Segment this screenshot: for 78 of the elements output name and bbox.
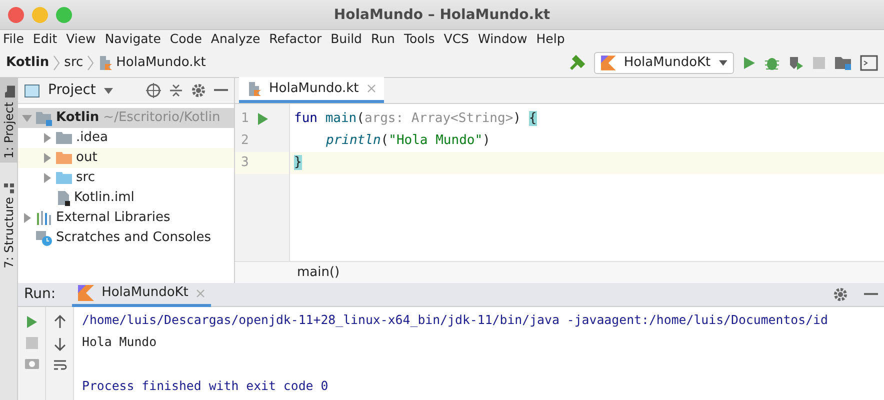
breadcrumb[interactable]: Kotlin (6, 52, 50, 72)
wrap-icon[interactable] (52, 359, 66, 371)
panel-label: Run: (24, 285, 56, 304)
run-icon[interactable] (742, 56, 756, 70)
console-line: Hola Mundo (82, 333, 158, 351)
folder-icon (3, 86, 15, 98)
chevron-icon (53, 54, 60, 70)
close-icon[interactable] (366, 84, 376, 93)
minimize-icon[interactable] (214, 89, 228, 92)
collapse-icon[interactable] (169, 83, 183, 98)
chevron-icon (87, 54, 94, 70)
scratch-clock-icon (36, 230, 52, 246)
side-tab[interactable]: 7: Structure (0, 174, 18, 272)
editor-tab[interactable]: HolaMundo.kt (239, 77, 384, 103)
kotlin-icon (601, 54, 616, 70)
project-folder-icon (36, 110, 52, 126)
run-icon[interactable] (256, 112, 269, 126)
menu-item[interactable]: Navigate (104, 30, 161, 48)
menu-item[interactable]: Code (170, 30, 202, 48)
window-icon (24, 84, 40, 98)
close-button[interactable] (8, 7, 24, 23)
kotlin-icon (78, 285, 94, 301)
menu-item[interactable]: Help (536, 30, 565, 48)
settings-icon[interactable] (191, 83, 206, 98)
menu-item[interactable]: File (3, 30, 24, 48)
code-line: println("Hola Mundo") (325, 132, 492, 150)
menu-item[interactable]: Window (478, 30, 528, 48)
coverage-icon[interactable] (788, 54, 804, 70)
line-number: 3 (241, 154, 249, 172)
camera-icon[interactable] (24, 357, 38, 369)
kotlin-file-icon (98, 54, 112, 70)
run-icon[interactable] (26, 315, 38, 329)
console-line: /home/luis/Descargas/openjdk-11+28_linux-x64_bin/jdk-11/bin/java -javaagent:/home/luis/Documentos/id (82, 311, 829, 329)
tree-item[interactable]: Scratches and Consoles (18, 228, 234, 248)
folder-icon[interactable] (834, 54, 852, 70)
menu-item[interactable]: Analyze (210, 30, 260, 48)
menu-item[interactable]: Tools (404, 30, 435, 48)
down-arrow-icon[interactable] (54, 337, 66, 351)
hammer-icon[interactable] (568, 54, 586, 72)
expanded-arrow-icon (22, 113, 32, 123)
menu-item[interactable]: Run (371, 30, 395, 48)
panel-title[interactable]: Project (48, 80, 96, 101)
console-line: Process finished with exit code 0 (82, 377, 330, 395)
breadcrumb[interactable]: main() (297, 262, 340, 282)
tree-item[interactable]: External Libraries (18, 208, 234, 228)
tree-item-row[interactable]: Kotlin ~/Escritorio/Kotlin (18, 108, 234, 128)
line-number: 2 (241, 132, 249, 150)
project-path: ~/Escritorio/Kotlin (103, 109, 220, 128)
tree-item[interactable]: Kotlin.iml (18, 188, 234, 208)
kotlin-file-icon (247, 80, 261, 96)
project-name: Kotlin (56, 109, 100, 128)
breadcrumb[interactable]: HolaMundo.kt (116, 52, 206, 72)
line-number: 1 (241, 110, 249, 128)
side-tab[interactable]: 1: Project (0, 78, 18, 163)
menu-item[interactable]: VCS (444, 30, 469, 48)
menu-item[interactable]: View (66, 30, 96, 48)
terminal-window-icon[interactable] (860, 54, 878, 70)
menu-item[interactable]: Edit (32, 30, 58, 48)
menu-item[interactable]: Refactor (269, 30, 322, 48)
run-configuration-label: HolaMundoKt (624, 54, 711, 72)
tree-item[interactable]: src (18, 168, 234, 188)
tree-item[interactable]: out (18, 148, 234, 168)
file-icon (56, 190, 70, 206)
caret-icon (718, 60, 727, 66)
code-line: fun main(args: Array<String>) { (293, 110, 538, 128)
window-title: HolaMundo – HolaMundo.kt (334, 6, 550, 25)
run-configuration-dropdown[interactable]: HolaMundoKt (594, 52, 734, 74)
collapsed-arrow-icon (22, 213, 32, 223)
caret-icon[interactable] (104, 88, 113, 94)
minimize-icon[interactable] (864, 293, 878, 296)
structure-icon (4, 182, 14, 193)
up-arrow-icon[interactable] (54, 315, 66, 329)
library-icon (36, 210, 52, 226)
settings-icon[interactable] (833, 287, 848, 302)
crosshair-icon[interactable] (146, 83, 161, 98)
menu-item[interactable]: Build (330, 30, 362, 48)
tree-item[interactable]: .idea (18, 128, 234, 148)
breadcrumb[interactable]: src (64, 52, 84, 72)
